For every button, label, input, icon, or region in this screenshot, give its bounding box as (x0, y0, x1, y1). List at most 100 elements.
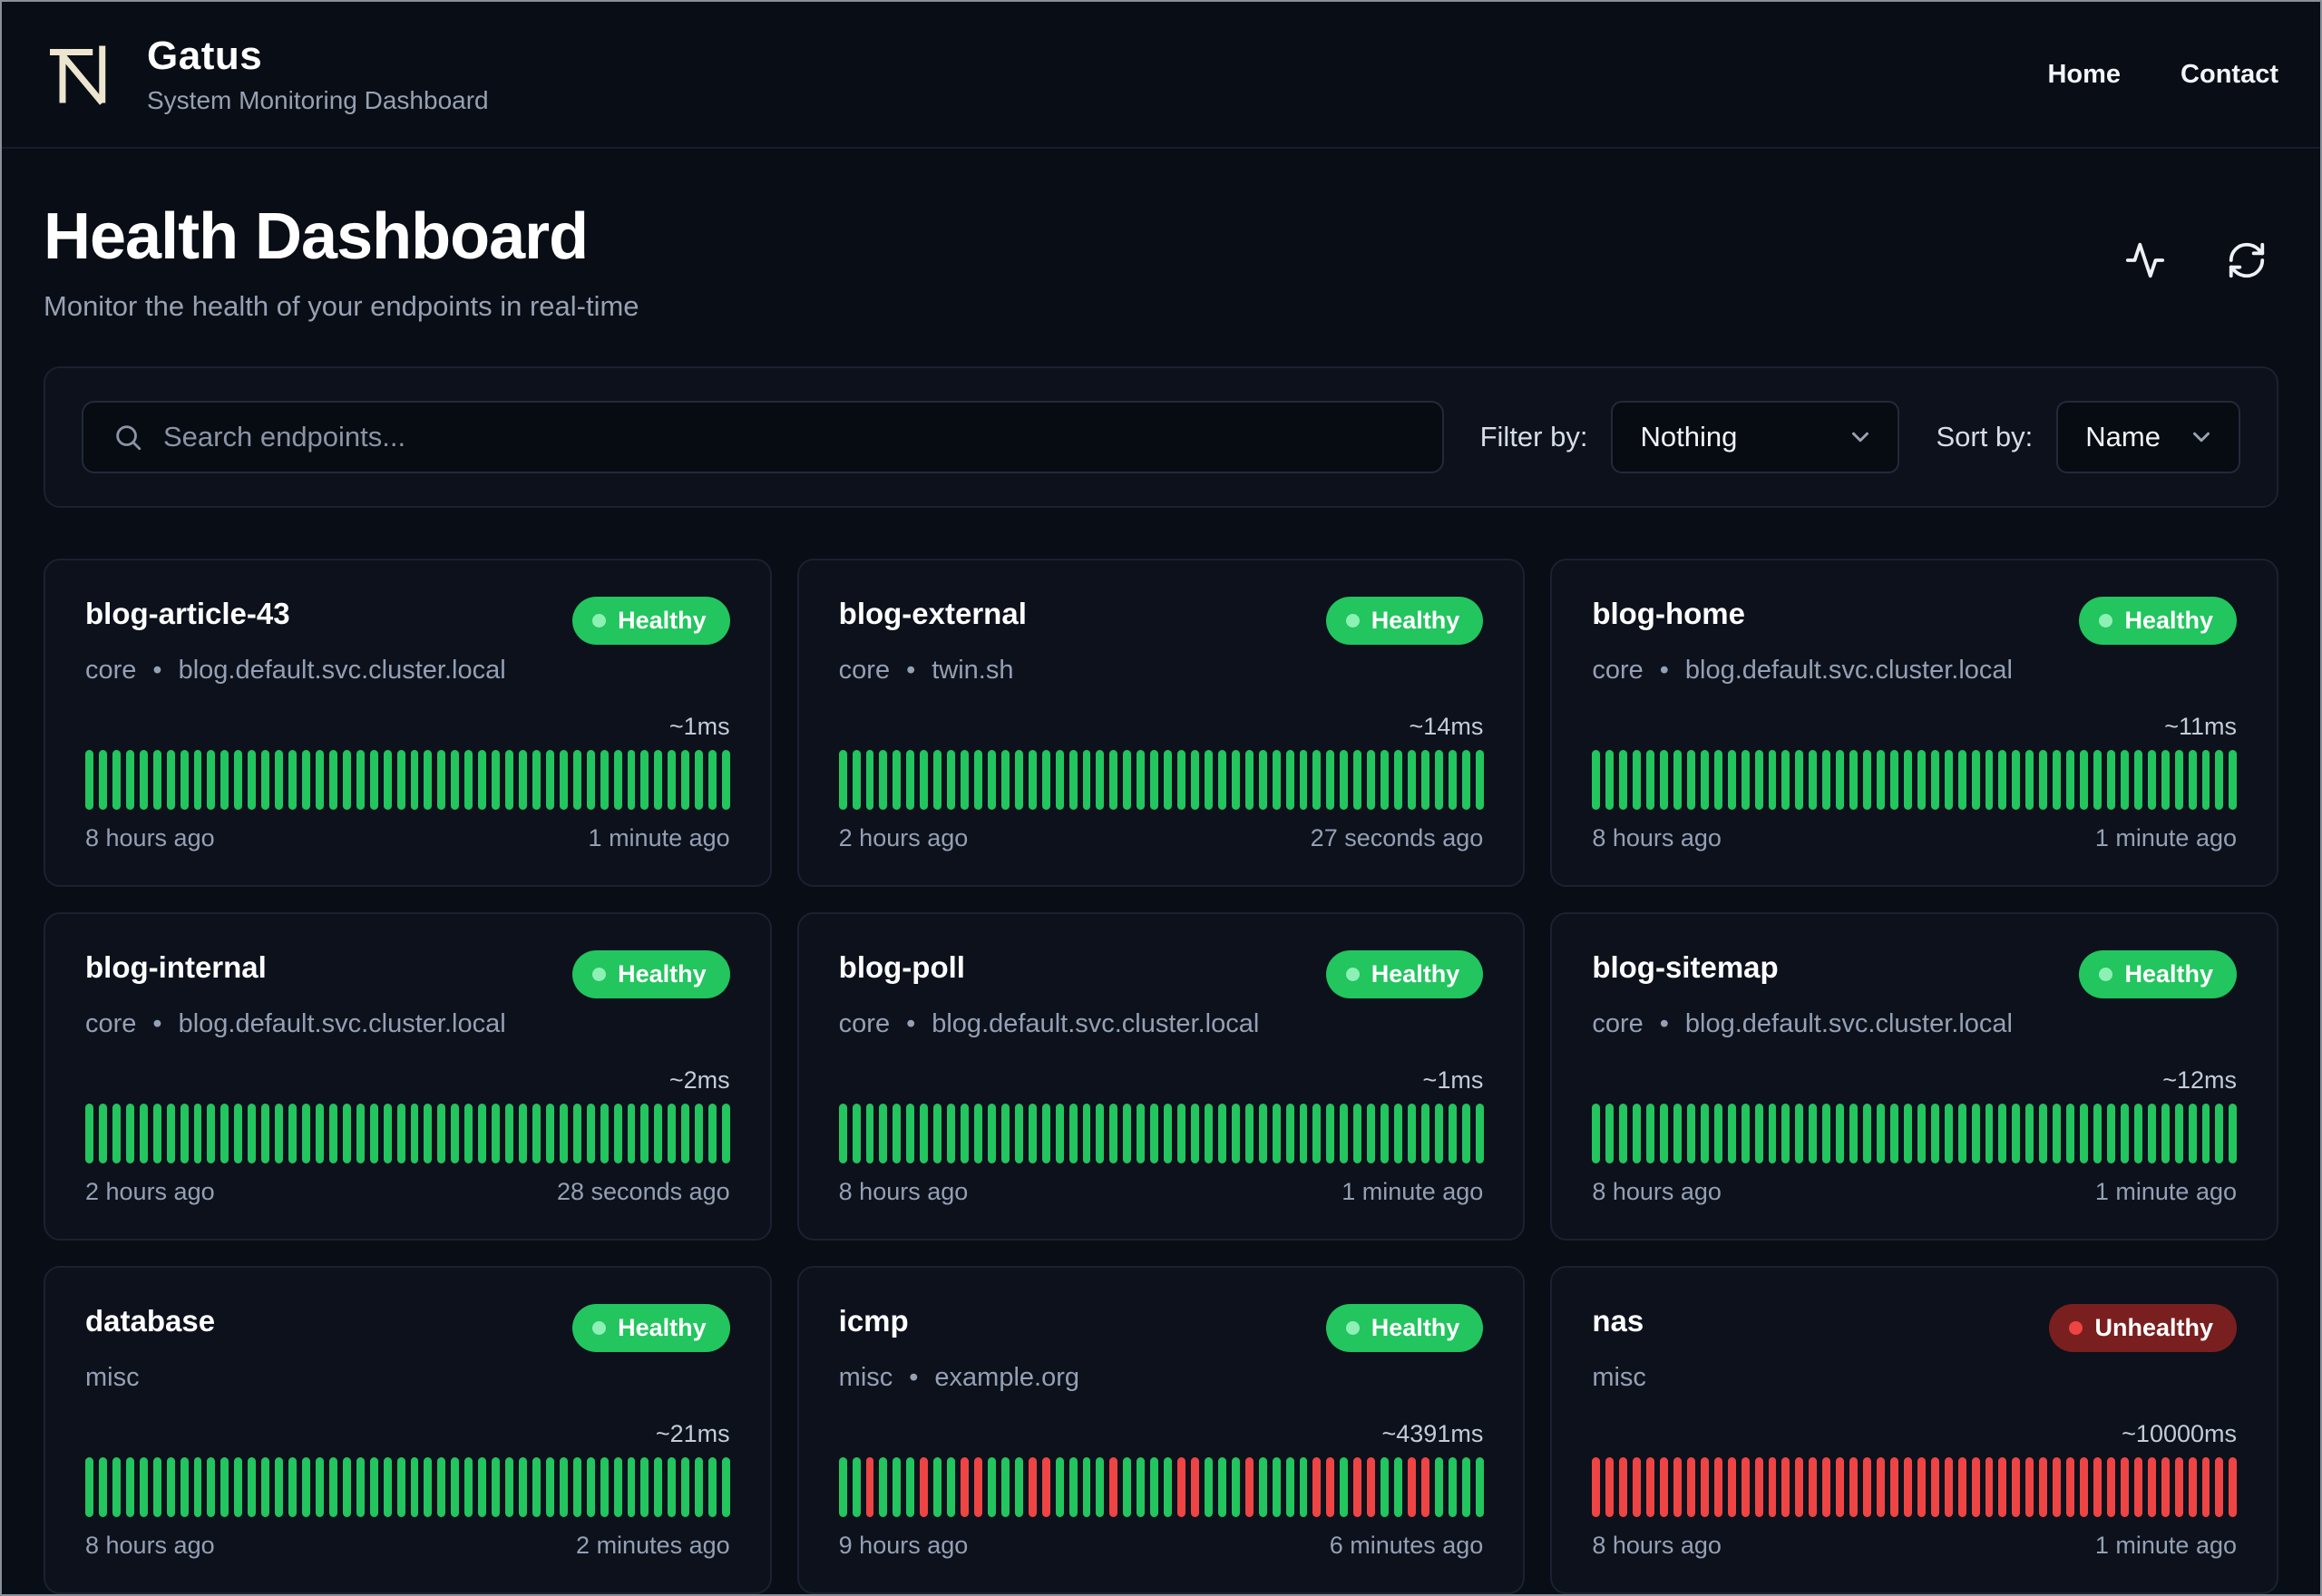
healthy-bar[interactable] (139, 1457, 148, 1517)
healthy-bar[interactable] (1713, 1104, 1722, 1163)
healthy-bar[interactable] (1191, 1104, 1199, 1163)
unhealthy-bar[interactable] (1177, 1457, 1186, 1517)
healthy-bar[interactable] (139, 1104, 148, 1163)
healthy-bar[interactable] (1998, 750, 2007, 810)
healthy-bar[interactable] (261, 1104, 270, 1163)
healthy-bar[interactable] (1475, 750, 1484, 810)
healthy-bar[interactable] (2025, 750, 2034, 810)
healthy-bar[interactable] (559, 750, 568, 810)
unhealthy-bar[interactable] (2012, 1457, 2021, 1517)
healthy-bar[interactable] (478, 1104, 487, 1163)
healthy-bar[interactable] (681, 750, 690, 810)
healthy-bar[interactable] (1082, 750, 1091, 810)
healthy-bar[interactable] (545, 1457, 554, 1517)
healthy-bar[interactable] (1312, 1104, 1322, 1163)
healthy-bar[interactable] (1353, 750, 1362, 810)
unhealthy-bar[interactable] (1420, 1457, 1429, 1517)
healthy-bar[interactable] (708, 750, 717, 810)
healthy-bar[interactable] (1781, 750, 1790, 810)
healthy-bar[interactable] (1998, 1104, 2007, 1163)
healthy-bar[interactable] (1217, 1104, 1226, 1163)
healthy-bar[interactable] (906, 1457, 915, 1517)
healthy-bar[interactable] (695, 1104, 704, 1163)
healthy-bar[interactable] (920, 1104, 929, 1163)
healthy-bar[interactable] (1258, 750, 1267, 810)
healthy-bar[interactable] (1849, 1104, 1859, 1163)
healthy-bar[interactable] (559, 1457, 568, 1517)
healthy-bar[interactable] (1068, 750, 1078, 810)
healthy-bar[interactable] (1137, 1457, 1146, 1517)
healthy-bar[interactable] (1700, 1104, 1709, 1163)
healthy-bar[interactable] (1394, 1457, 1403, 1517)
unhealthy-bar[interactable] (1326, 1457, 1335, 1517)
healthy-bar[interactable] (220, 1104, 229, 1163)
healthy-bar[interactable] (1605, 1104, 1615, 1163)
healthy-bar[interactable] (85, 1104, 93, 1163)
healthy-bar[interactable] (193, 1104, 202, 1163)
healthy-bar[interactable] (410, 1457, 419, 1517)
healthy-bar[interactable] (1231, 1104, 1240, 1163)
healthy-bar[interactable] (424, 1104, 433, 1163)
healthy-bar[interactable] (838, 750, 847, 810)
healthy-bar[interactable] (1014, 1457, 1023, 1517)
healthy-bar[interactable] (1646, 750, 1655, 810)
healthy-bar[interactable] (220, 1457, 229, 1517)
unhealthy-bar[interactable] (2174, 1457, 2183, 1517)
healthy-bar[interactable] (1123, 1104, 1132, 1163)
healthy-bar[interactable] (1930, 750, 1939, 810)
unhealthy-bar[interactable] (1768, 1457, 1777, 1517)
healthy-bar[interactable] (328, 1104, 337, 1163)
healthy-bar[interactable] (627, 1104, 636, 1163)
healthy-bar[interactable] (1041, 750, 1050, 810)
healthy-bar[interactable] (261, 750, 270, 810)
healthy-bar[interactable] (1272, 1104, 1281, 1163)
healthy-bar[interactable] (1150, 1457, 1159, 1517)
healthy-bar[interactable] (180, 1104, 189, 1163)
healthy-bar[interactable] (1096, 750, 1105, 810)
healthy-bar[interactable] (1164, 750, 1173, 810)
healthy-bar[interactable] (2093, 1104, 2102, 1163)
unhealthy-bar[interactable] (2201, 1457, 2210, 1517)
healthy-bar[interactable] (1903, 750, 1912, 810)
healthy-bar[interactable] (1217, 1457, 1226, 1517)
unhealthy-bar[interactable] (1754, 1457, 1763, 1517)
healthy-bar[interactable] (1096, 1104, 1105, 1163)
brand[interactable]: Gatus System Monitoring Dashboard (44, 34, 489, 115)
healthy-bar[interactable] (1768, 750, 1777, 810)
endpoint-card[interactable]: blog-external Healthy core • twin.sh ~14… (796, 559, 1526, 887)
healthy-bar[interactable] (668, 1457, 677, 1517)
healthy-bar[interactable] (1381, 1457, 1390, 1517)
healthy-bar[interactable] (2106, 1104, 2115, 1163)
healthy-bar[interactable] (2080, 1104, 2089, 1163)
healthy-bar[interactable] (1244, 750, 1254, 810)
healthy-bar[interactable] (2161, 750, 2170, 810)
healthy-bar[interactable] (1863, 1104, 1872, 1163)
healthy-bar[interactable] (492, 750, 501, 810)
healthy-bar[interactable] (437, 750, 446, 810)
healthy-bar[interactable] (2053, 750, 2062, 810)
healthy-bar[interactable] (139, 750, 148, 810)
unhealthy-bar[interactable] (1781, 1457, 1790, 1517)
healthy-bar[interactable] (1619, 750, 1628, 810)
healthy-bar[interactable] (220, 750, 229, 810)
healthy-bar[interactable] (852, 750, 861, 810)
healthy-bar[interactable] (180, 1457, 189, 1517)
healthy-bar[interactable] (1957, 750, 1966, 810)
healthy-bar[interactable] (1204, 1457, 1213, 1517)
unhealthy-bar[interactable] (1809, 1457, 1818, 1517)
healthy-bar[interactable] (1420, 1104, 1429, 1163)
healthy-bar[interactable] (342, 1457, 351, 1517)
healthy-bar[interactable] (1340, 1104, 1349, 1163)
healthy-bar[interactable] (2025, 1104, 2034, 1163)
healthy-bar[interactable] (302, 750, 310, 810)
unhealthy-bar[interactable] (2147, 1457, 2156, 1517)
healthy-bar[interactable] (2133, 1104, 2142, 1163)
healthy-bar[interactable] (383, 1457, 392, 1517)
healthy-bar[interactable] (1434, 750, 1443, 810)
healthy-bar[interactable] (654, 1457, 663, 1517)
healthy-bar[interactable] (906, 750, 915, 810)
healthy-bar[interactable] (1889, 750, 1898, 810)
healthy-bar[interactable] (1461, 750, 1470, 810)
endpoint-card[interactable]: nas Unhealthy misc • ~10000ms 8 hours ag… (1550, 1266, 2278, 1594)
healthy-bar[interactable] (2174, 750, 2183, 810)
